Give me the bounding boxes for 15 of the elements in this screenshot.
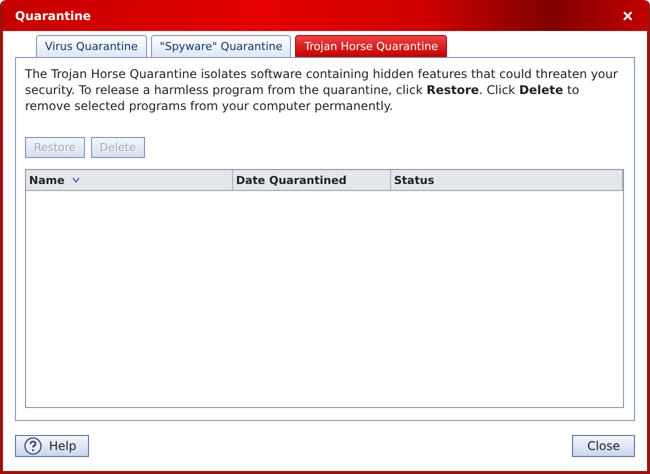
column-label: Date Quarantined: [236, 174, 347, 186]
close-button[interactable]: ×: [620, 6, 635, 24]
column-header[interactable]: Status: [391, 170, 623, 190]
column-label: Name: [29, 174, 65, 186]
column-header[interactable]: Date Quarantined: [233, 170, 391, 190]
tab[interactable]: Virus Quarantine: [36, 35, 147, 57]
description-text: The Trojan Horse Quarantine isolates software containing hidden features that could threaten your security. To release a harmless program from the quarantine, click Restore. Click Delete to remove selected programs from your computer permanently.: [25, 66, 619, 114]
close-dialog-button[interactable]: Close: [572, 435, 635, 457]
tab[interactable]: "Spyware" Quarantine: [150, 35, 292, 57]
window-title: Quarantine: [15, 8, 91, 22]
column-label: Status: [394, 174, 434, 186]
help-icon: [24, 437, 42, 455]
tab[interactable]: Trojan Horse Quarantine: [295, 35, 447, 57]
column-header[interactable]: Name: [26, 170, 233, 190]
help-button[interactable]: Help: [15, 435, 90, 457]
